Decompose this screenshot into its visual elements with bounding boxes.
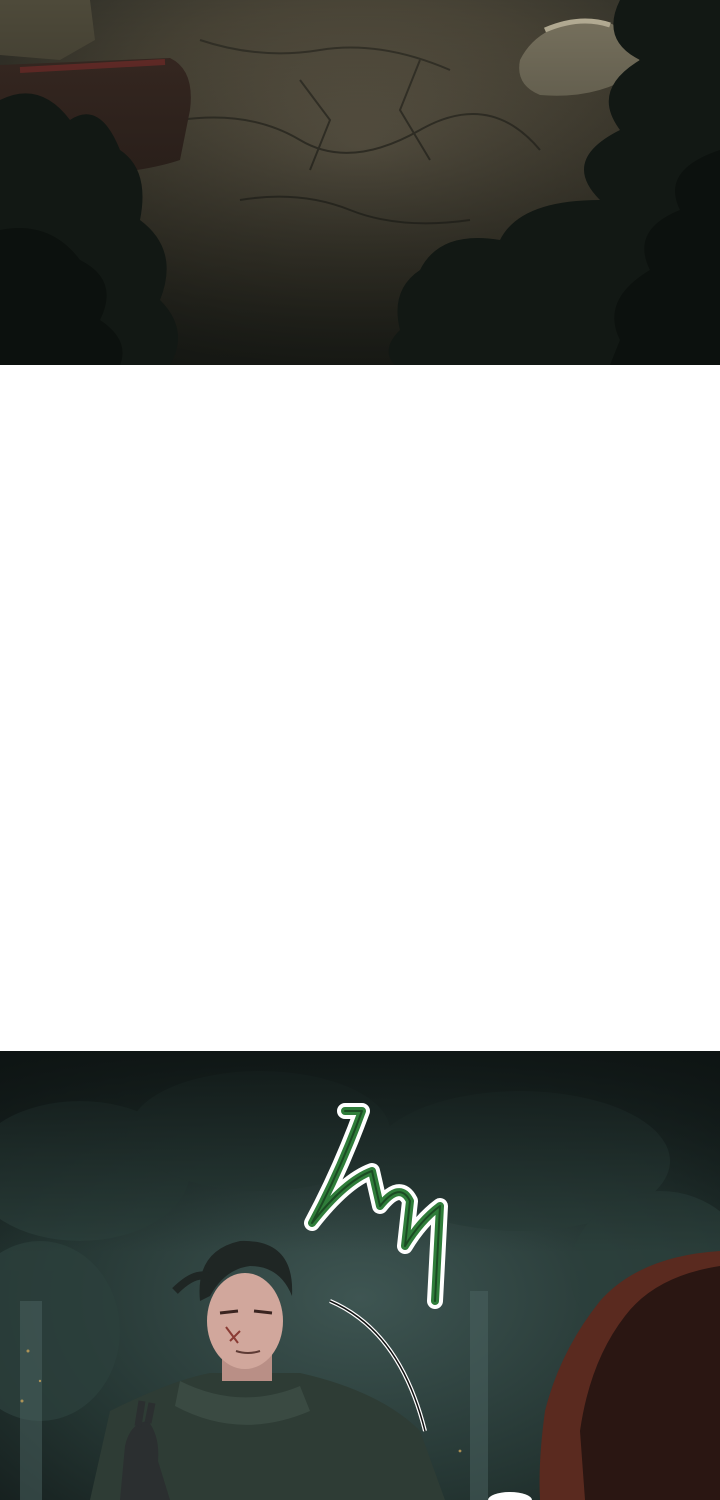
panel-cloaked-man (0, 1051, 720, 1500)
panel-forest-clearing (0, 0, 720, 365)
cloaked-man-art (0, 1051, 720, 1500)
man-face (207, 1273, 283, 1369)
panel-gutter (0, 365, 720, 1051)
forest-clearing-art (0, 0, 720, 365)
comic-page (0, 0, 720, 1500)
